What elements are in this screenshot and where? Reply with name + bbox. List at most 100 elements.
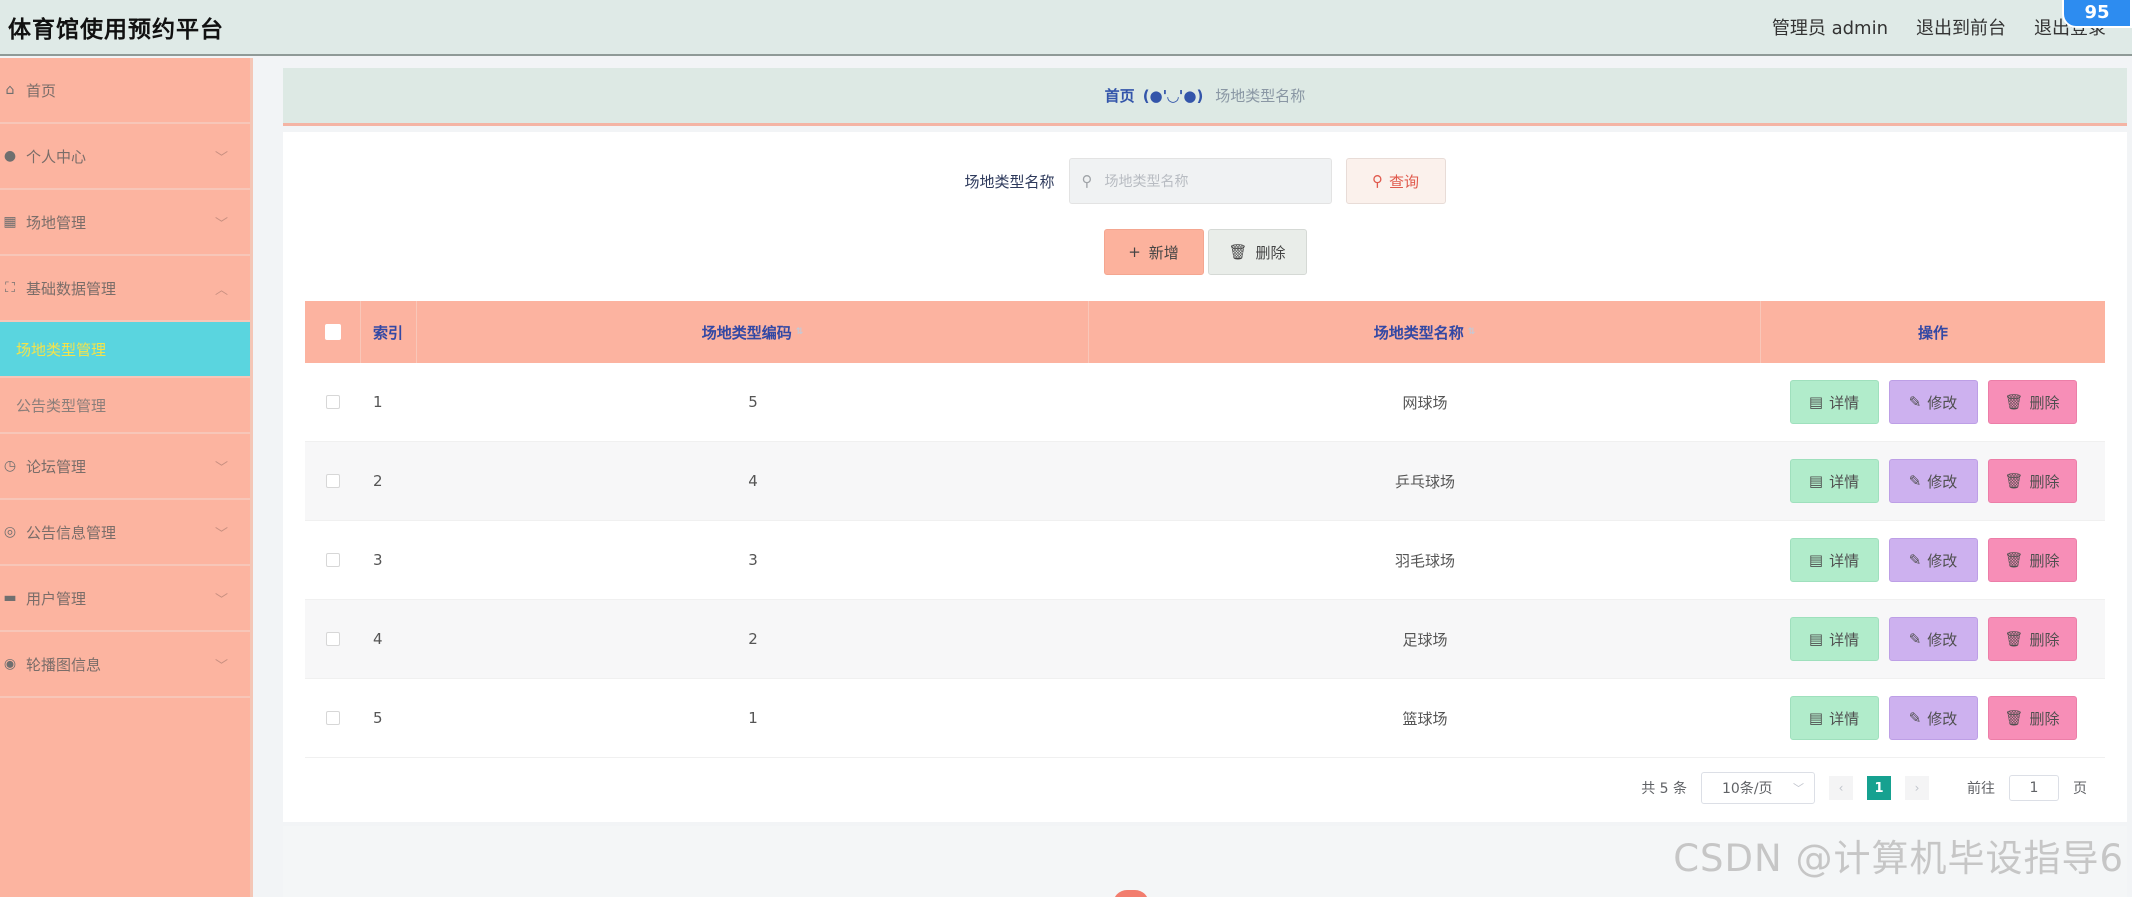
row-checkbox[interactable]	[326, 474, 340, 488]
page-unit-label: 页	[2073, 781, 2087, 797]
edit-button-label: 修改	[1927, 551, 1958, 570]
sidebar-item-label: 公告信息管理	[26, 523, 117, 542]
header-code[interactable]: 场地类型编码 ⇅	[417, 301, 1089, 363]
prev-page-button[interactable]: ‹	[1829, 776, 1853, 800]
page-size-select[interactable]: 10条/页 ﹀	[1701, 772, 1815, 804]
delete-button[interactable]: 🗑 删除	[1987, 459, 2077, 503]
batch-delete-button[interactable]: 🗑 删除	[1207, 229, 1307, 275]
delete-button[interactable]: 🗑 删除	[1987, 696, 2077, 740]
chevron-down-icon: ﹀	[214, 526, 228, 542]
row-name: 羽毛球场	[1394, 551, 1455, 570]
chevron-down-icon: ﹀	[214, 460, 228, 476]
exit-to-front-link[interactable]: 退出到前台	[1916, 14, 2006, 40]
goto-page-input[interactable]: 1	[2009, 775, 2059, 801]
detail-button[interactable]: ▤ 详情	[1789, 538, 1879, 582]
header-name[interactable]: 场地类型名称 ⇅	[1089, 301, 1761, 363]
select-all-checkbox[interactable]	[324, 324, 341, 340]
sidebar-item-label: 场地管理	[26, 213, 87, 232]
edit-button[interactable]: ✎ 修改	[1888, 380, 1978, 424]
detail-button[interactable]: ▤ 详情	[1789, 380, 1879, 424]
delete-button[interactable]: 🗑 删除	[1987, 380, 2077, 424]
delete-button-label: 删除	[2029, 472, 2060, 491]
next-page-button[interactable]: ›	[1905, 776, 1929, 800]
current-user-label: 管理员 admin	[1771, 18, 1888, 39]
delete-button-label: 删除	[2029, 709, 2060, 728]
sidebar-item-profile[interactable]: ● 个人中心 ﹀	[0, 124, 250, 190]
chevron-down-icon: ﹀	[214, 216, 228, 232]
detail-button[interactable]: ▤ 详情	[1789, 617, 1879, 661]
sidebar-subitem-venue-type[interactable]: 场地类型管理	[0, 322, 250, 378]
detail-button[interactable]: ▤ 详情	[1789, 696, 1879, 740]
sidebar-item-notice[interactable]: ◎ 公告信息管理 ﹀	[0, 500, 250, 566]
pencil-icon: ✎	[1908, 472, 1922, 490]
row-code: 4	[748, 472, 758, 490]
calendar-icon: ▦	[3, 214, 17, 230]
pagination: 共 5 条 10条/页 ﹀ ‹ 1 › 前往 1 页	[1641, 772, 2087, 804]
sidebar-item-forum[interactable]: ◷ 论坛管理 ﹀	[0, 434, 250, 500]
header-code-label: 场地类型编码	[701, 323, 792, 342]
row-code: 1	[748, 709, 758, 727]
sidebar-item-carousel[interactable]: ◉ 轮播图信息 ﹀	[0, 632, 250, 698]
search-placeholder: 场地类型名称	[1104, 174, 1189, 190]
expand-icon: ⛶	[5, 280, 15, 296]
table-row: 3 3 羽毛球场 ▤ 详情 ✎ 修改 🗑 删除	[305, 521, 2105, 600]
row-checkbox[interactable]	[326, 395, 340, 409]
row-checkbox[interactable]	[326, 553, 340, 567]
breadcrumb-current: 场地类型名称	[1215, 87, 1306, 105]
row-index: 5	[373, 709, 383, 727]
edit-button-label: 修改	[1927, 709, 1958, 728]
sidebar: ⌂ 首页 ● 个人中心 ﹀ ▦ 场地管理 ﹀ ⛶ 基础数据管理 ︿ 场地类型管理…	[0, 58, 253, 897]
batch-delete-label: 删除	[1255, 243, 1286, 262]
sidebar-item-base-data[interactable]: ⛶ 基础数据管理 ︿	[0, 256, 250, 322]
delete-button[interactable]: 🗑 删除	[1987, 617, 2077, 661]
edit-button-label: 修改	[1927, 393, 1958, 412]
delete-button[interactable]: 🗑 删除	[1987, 538, 2077, 582]
header-name-label: 场地类型名称	[1373, 323, 1464, 342]
row-code: 5	[748, 393, 758, 411]
sidebar-item-label: 个人中心	[26, 147, 87, 166]
row-name: 网球场	[1402, 393, 1448, 412]
sidebar-subitem-label: 场地类型管理	[16, 340, 107, 359]
row-checkbox-cell	[305, 442, 361, 521]
edit-button[interactable]: ✎ 修改	[1888, 459, 1978, 503]
detail-button-label: 详情	[1829, 472, 1860, 491]
search-icon: ⚲	[1081, 172, 1093, 190]
pencil-icon: ✎	[1908, 709, 1922, 727]
sidebar-item-venue[interactable]: ▦ 场地管理 ﹀	[0, 190, 250, 256]
clock-icon: ◷	[3, 458, 17, 474]
header-index-label: 索引	[373, 323, 404, 342]
chevron-down-icon: ﹀	[214, 658, 228, 674]
detail-button-label: 详情	[1829, 630, 1860, 649]
edit-button[interactable]: ✎ 修改	[1888, 696, 1978, 740]
current-page-number[interactable]: 1	[1867, 776, 1891, 800]
main-panel: 场地类型名称 ⚲ 场地类型名称 ⚲ 查询 + 新增 🗑 删除 索引 场地类型编码…	[283, 132, 2127, 822]
row-index: 4	[373, 630, 383, 648]
sort-icon[interactable]: ⇅	[796, 327, 804, 337]
query-button[interactable]: ⚲ 查询	[1345, 158, 1446, 204]
corner-badge[interactable]: 95	[2062, 0, 2132, 28]
sidebar-subitem-notice-type[interactable]: 公告类型管理	[0, 378, 250, 434]
table-row: 2 4 乒乓球场 ▤ 详情 ✎ 修改 🗑 删除	[305, 442, 2105, 521]
home-icon: ⌂	[5, 82, 15, 98]
sidebar-item-home[interactable]: ⌂ 首页	[0, 58, 250, 124]
edit-button[interactable]: ✎ 修改	[1888, 617, 1978, 661]
row-checkbox[interactable]	[326, 632, 340, 646]
sidebar-item-users[interactable]: ▬ 用户管理 ﹀	[0, 566, 250, 632]
detail-button-label: 详情	[1829, 551, 1860, 570]
delete-button-label: 删除	[2029, 630, 2060, 649]
add-button[interactable]: + 新增	[1103, 229, 1204, 275]
row-checkbox[interactable]	[326, 711, 340, 725]
row-index: 3	[373, 551, 383, 569]
search-input[interactable]: ⚲ 场地类型名称	[1068, 158, 1332, 204]
sidebar-item-label: 轮播图信息	[26, 655, 102, 674]
row-checkbox-cell	[305, 679, 361, 758]
user-icon: ●	[3, 148, 17, 164]
breadcrumb-home[interactable]: 首页	[1105, 85, 1135, 106]
edit-button[interactable]: ✎ 修改	[1888, 538, 1978, 582]
app-title: 体育馆使用预约平台	[8, 17, 224, 43]
sort-icon[interactable]: ⇅	[1468, 327, 1476, 337]
detail-button[interactable]: ▤ 详情	[1789, 459, 1879, 503]
sidebar-item-label: 用户管理	[26, 589, 87, 608]
delete-button-label: 删除	[2029, 393, 2060, 412]
delete-button-label: 删除	[2029, 551, 2060, 570]
